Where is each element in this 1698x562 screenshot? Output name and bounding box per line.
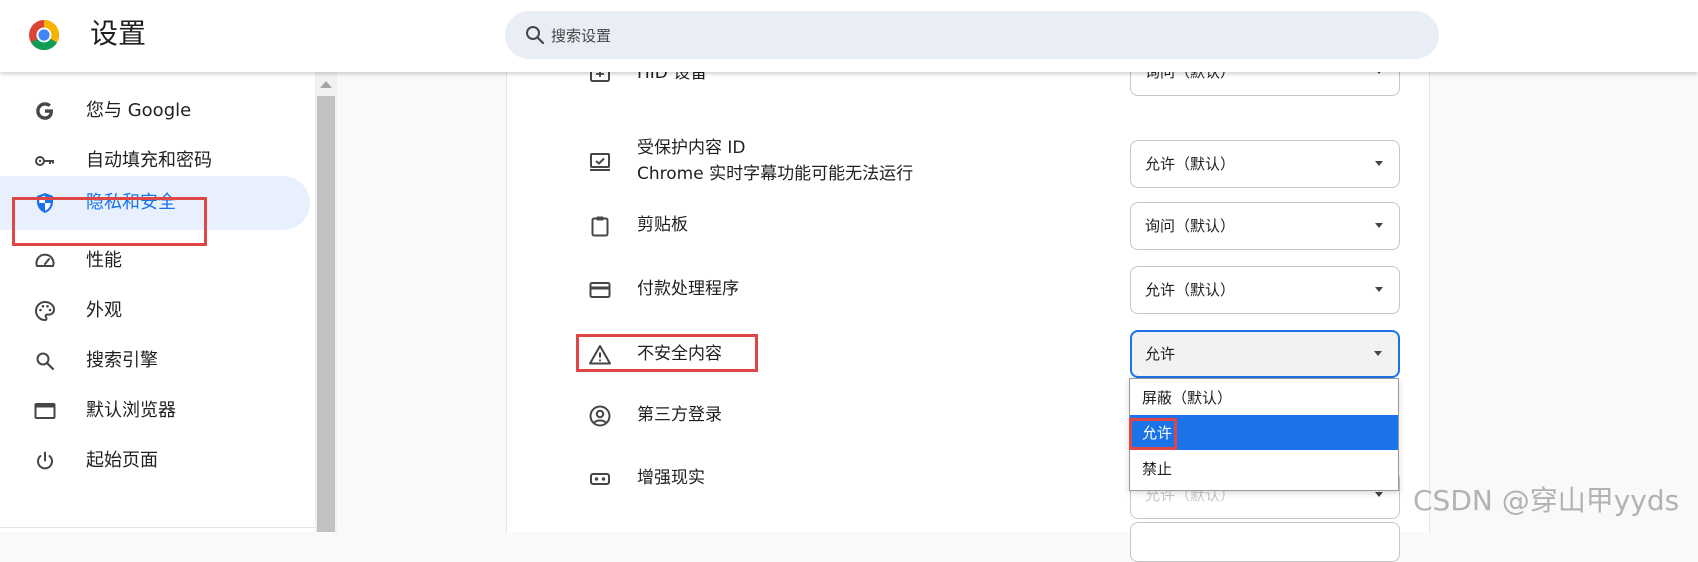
sidebar-item-default-browser[interactable]: 默认浏览器 (0, 386, 310, 436)
permission-dropdown-partial[interactable] (1130, 522, 1400, 562)
chrome-logo-icon (29, 19, 60, 51)
highlight-box-privacy (12, 197, 207, 246)
dropdown-option-deny[interactable]: 禁止 (1130, 451, 1398, 486)
search-icon (526, 26, 545, 45)
sidebar-item-you-and-google[interactable]: 您与 Google (0, 86, 310, 136)
permission-dropdown[interactable]: 允许（默认） (1130, 140, 1400, 188)
permission-subtitle: Chrome 实时字幕功能可能无法运行 (637, 164, 914, 184)
sidebar-item-label: 自动填充和密码 (86, 150, 212, 171)
search-icon (36, 352, 55, 371)
sidebar-item-label: 默认浏览器 (86, 400, 176, 421)
chevron-down-icon (1375, 492, 1383, 497)
palette-icon (34, 300, 56, 322)
scroll-up-arrow-icon[interactable] (320, 81, 332, 88)
chevron-down-icon (1375, 161, 1383, 166)
permission-dropdown-value: 允许（默认） (1145, 155, 1236, 173)
permission-title: 剪贴板 (637, 215, 688, 235)
clipboard-icon (591, 216, 609, 237)
power-icon (37, 451, 53, 470)
highlight-box-allow-option (1129, 418, 1177, 450)
sidebar: 您与 Google 自动填充和密码 隐私和安全 性能 外观 搜索引擎 默认浏览器… (0, 72, 315, 532)
sidebar-item-label: 起始页面 (86, 450, 158, 471)
settings-header: 设置 搜索设置 (0, 0, 1698, 72)
browser-window-icon (34, 403, 56, 419)
search-input[interactable]: 搜索设置 (551, 25, 611, 46)
sidebar-item-label: 外观 (86, 300, 122, 321)
sidebar-scrollbar[interactable] (315, 72, 337, 532)
highlight-box-insecure-content (576, 334, 758, 372)
chevron-down-icon (1375, 223, 1383, 228)
protected-content-icon (590, 153, 610, 171)
permission-dropdown-value: 允许（默认） (1145, 281, 1236, 299)
permission-dropdown[interactable]: 询问（默认） (1130, 202, 1400, 250)
vr-headset-icon (590, 473, 610, 485)
permission-title: 增强现实 (637, 468, 705, 488)
permission-dropdown[interactable]: 允许 (1130, 330, 1400, 378)
sidebar-item-on-startup[interactable]: 起始页面 (0, 436, 310, 486)
sidebar-item-search-engine[interactable]: 搜索引擎 (0, 336, 310, 386)
permission-dropdown[interactable]: 允许（默认） (1130, 266, 1400, 314)
search-bar[interactable]: 搜索设置 (505, 11, 1439, 59)
account-circle-icon (589, 405, 611, 427)
sidebar-item-label: 搜索引擎 (86, 350, 158, 371)
sidebar-divider (0, 527, 315, 528)
google-g-icon (36, 102, 53, 120)
chevron-down-icon (1375, 287, 1383, 292)
chevron-down-icon (1374, 351, 1382, 356)
page-title: 设置 (90, 17, 147, 50)
permission-title: 受保护内容 ID (637, 138, 746, 158)
permission-title: 第三方登录 (637, 405, 722, 425)
dropdown-option-block[interactable]: 屏蔽（默认） (1130, 380, 1398, 415)
permission-dropdown-value: 允许 (1145, 345, 1176, 363)
sidebar-item-label: 性能 (86, 250, 122, 271)
sidebar-item-appearance[interactable]: 外观 (0, 286, 310, 336)
permission-dropdown-value: 询问（默认） (1145, 217, 1236, 235)
key-icon (35, 156, 54, 166)
credit-card-icon (589, 282, 611, 298)
sidebar-item-label: 您与 Google (86, 100, 192, 121)
watermark: CSDN @穿山甲yyds (1413, 484, 1680, 517)
speedometer-icon (35, 253, 55, 267)
permission-title: 付款处理程序 (637, 279, 739, 299)
scrollbar-thumb[interactable] (317, 96, 335, 532)
